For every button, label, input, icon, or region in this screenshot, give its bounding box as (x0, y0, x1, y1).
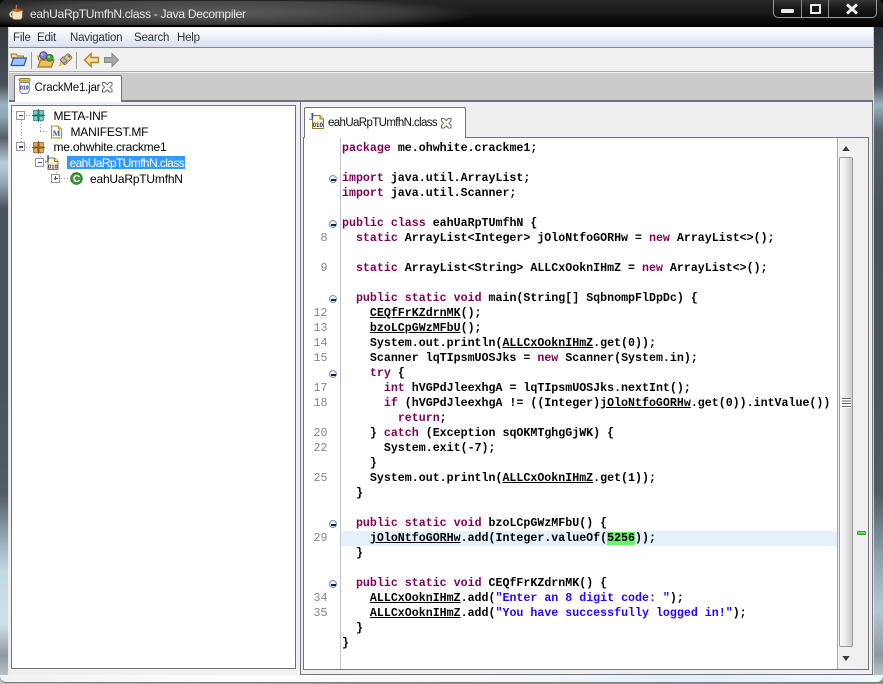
svg-text:C: C (73, 174, 80, 185)
svg-text:010: 010 (19, 85, 28, 91)
svg-text:J: J (309, 112, 314, 123)
svg-text:J: J (45, 156, 50, 166)
svg-text:010: 010 (48, 165, 58, 171)
svg-text:M: M (52, 129, 60, 138)
